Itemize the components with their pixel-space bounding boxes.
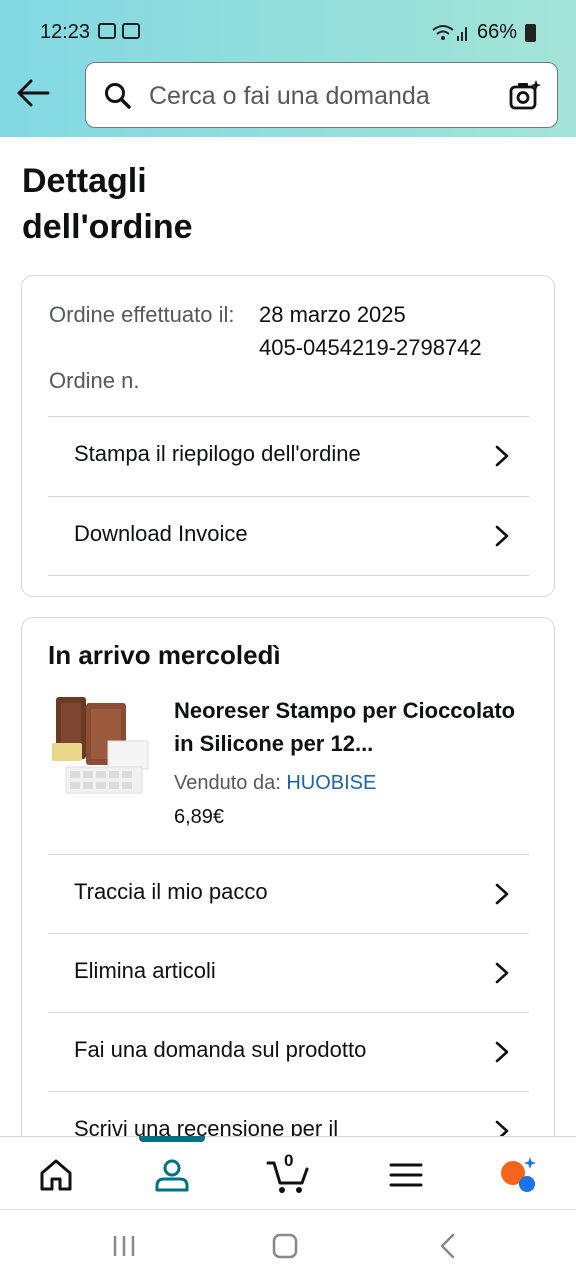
header: 12:23 66% Cerca o fai una domanda (0, 0, 576, 137)
cart-button[interactable]: 0 (266, 1151, 314, 1195)
home-icon[interactable] (36, 1155, 76, 1195)
chevron-right-icon (495, 883, 509, 905)
delivery-heading: In arrivo mercoledì (48, 640, 281, 670)
ask-question-label: Fai una domanda sul prodotto (74, 1037, 367, 1062)
track-package-label: Traccia il mio pacco (74, 879, 268, 904)
seller-link[interactable]: HUOBISE (286, 772, 376, 794)
sold-by-label: Venduto da: (174, 772, 281, 794)
search-input[interactable]: Cerca o fai una domanda (149, 82, 430, 111)
search-icon (105, 83, 131, 109)
active-tab-indicator (139, 1136, 205, 1142)
menu-icon[interactable] (386, 1155, 426, 1195)
page-title: Dettagli dell'ordine (22, 162, 193, 246)
shipment-card: In arrivo mercoledì Neoreser Stampo per … (21, 617, 555, 1147)
back-arrow-icon[interactable] (16, 78, 50, 108)
battery-level: 66% (476, 21, 517, 43)
camera-search-icon[interactable] (509, 79, 541, 111)
order-date-value: 28 marzo 2025 (259, 302, 406, 327)
order-number-label: Ordine n. (49, 368, 140, 393)
remove-items-label: Elimina articoli (74, 958, 216, 983)
remove-items-row[interactable]: Elimina articoli (48, 933, 529, 1013)
ask-question-row[interactable]: Fai una domanda sul prodotto (48, 1012, 529, 1092)
track-package-row[interactable]: Traccia il mio pacco (48, 854, 529, 934)
order-number-value: 405-0454219-2798742 (259, 335, 482, 360)
system-icons: 66% (431, 21, 536, 44)
system-navigation (0, 1209, 576, 1280)
order-date-label: Ordine effettuato il: (49, 302, 235, 327)
status-bar: 12:23 66% (0, 0, 576, 62)
status-time: 12:23 (40, 21, 91, 43)
notification-icon (98, 23, 116, 39)
battery-icon (525, 23, 536, 42)
account-icon[interactable] (152, 1155, 192, 1195)
chevron-right-icon (495, 445, 509, 467)
product-price: 6,89€ (174, 806, 225, 828)
print-summary-row[interactable]: Stampa il riepilogo dell'ordine (48, 416, 529, 496)
home-button-icon[interactable] (272, 1233, 298, 1259)
notification-icon (122, 23, 140, 39)
chevron-right-icon (495, 962, 509, 984)
product-image[interactable] (50, 695, 150, 797)
download-invoice-row[interactable]: Download Invoice (48, 496, 529, 576)
assistant-icon[interactable] (498, 1155, 538, 1195)
back-button-icon[interactable] (438, 1233, 456, 1259)
seller-info: Venduto da: HUOBISE (174, 772, 376, 795)
recent-apps-icon[interactable] (111, 1234, 137, 1258)
wifi-icon (432, 24, 467, 41)
chevron-right-icon (495, 525, 509, 547)
order-info-card: Ordine effettuato il: 28 marzo 2025 Ordi… (21, 275, 555, 597)
print-summary-label: Stampa il riepilogo dell'ordine (74, 441, 361, 466)
bottom-nav: 0 (0, 1136, 576, 1209)
chevron-right-icon (495, 1041, 509, 1063)
search-bar[interactable]: Cerca o fai una domanda (85, 62, 558, 128)
download-invoice-label: Download Invoice (74, 521, 248, 546)
notification-icons (98, 23, 140, 39)
cart-count-badge: 0 (284, 1151, 294, 1170)
product-title[interactable]: Neoreser Stampo per Cioccolato in Silico… (174, 694, 534, 760)
